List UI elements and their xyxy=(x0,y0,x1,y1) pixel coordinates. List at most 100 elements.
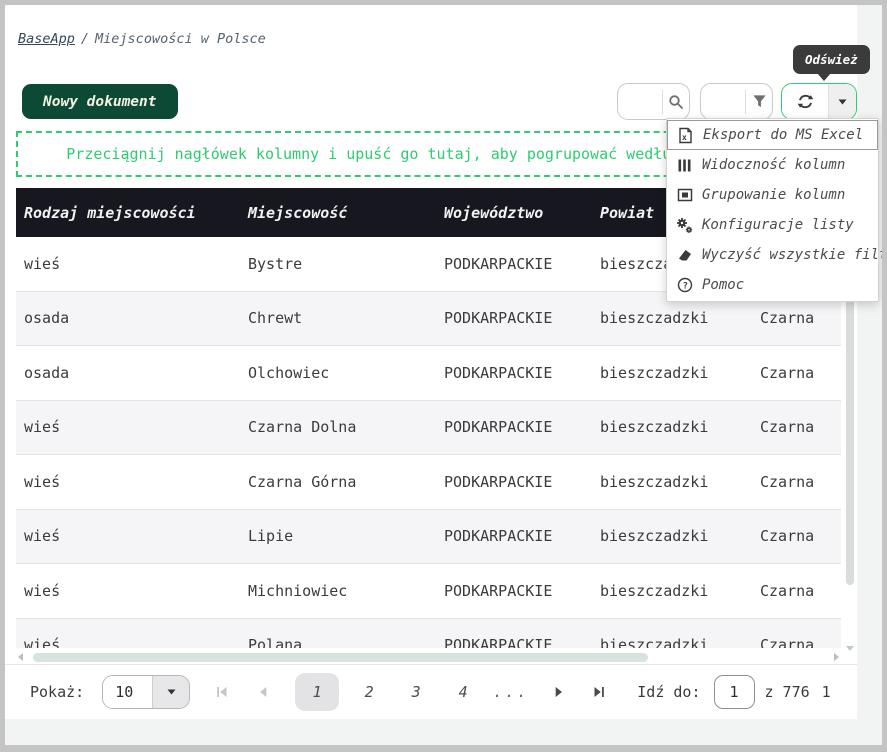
scroll-right-icon[interactable] xyxy=(834,653,839,661)
filter-input[interactable] xyxy=(701,84,745,119)
cell: wieś xyxy=(16,582,240,600)
columns-icon xyxy=(676,156,693,174)
menu-item-export-excel[interactable]: x Eksport do MS Excel xyxy=(667,120,878,150)
cell: wieś xyxy=(16,473,240,491)
previous-page-button[interactable] xyxy=(247,675,281,709)
gears-icon xyxy=(676,216,693,234)
refresh-menu-toggle[interactable] xyxy=(828,84,856,119)
vertical-scrollbar[interactable] xyxy=(844,241,856,653)
cell: wieś xyxy=(16,527,240,545)
table-row[interactable]: wieś Czarna Dolna PODKARPACKIE bieszczad… xyxy=(16,401,841,456)
menu-item-help[interactable]: ? Pomoc xyxy=(667,270,878,300)
goto-page-input[interactable] xyxy=(714,675,755,709)
search-icon[interactable] xyxy=(662,90,689,114)
cell: wieś xyxy=(16,418,240,436)
refresh-button-group xyxy=(781,83,857,120)
filter-box[interactable] xyxy=(700,83,773,120)
cell: PODKARPACKIE xyxy=(436,255,592,273)
page-size-caret[interactable] xyxy=(152,676,189,708)
cell: Czarna xyxy=(752,473,841,491)
search-input[interactable] xyxy=(618,84,662,119)
cell: Lipie xyxy=(240,527,436,545)
table-row[interactable]: wieś Polana PODKARPACKIE bieszczadzki Cz… xyxy=(16,619,841,649)
horizontal-scrollbar[interactable] xyxy=(16,651,841,663)
cell: bieszczadzki xyxy=(592,364,752,382)
svg-text:?: ? xyxy=(682,281,687,291)
cell: PODKARPACKIE xyxy=(436,309,592,327)
column-header-wojewodztwo[interactable]: Województwo xyxy=(436,204,592,222)
search-box[interactable] xyxy=(617,83,690,120)
menu-item-label: Eksport do MS Excel xyxy=(703,127,863,143)
filter-icon[interactable] xyxy=(745,90,772,114)
scroll-down-icon[interactable] xyxy=(846,646,854,651)
refresh-button[interactable] xyxy=(782,84,828,119)
cell: Czarna xyxy=(752,527,841,545)
cell: bieszczadzki xyxy=(592,418,752,436)
first-page-icon xyxy=(216,686,229,698)
menu-item-list-configurations[interactable]: Konfiguracje listy xyxy=(667,210,878,240)
cell: PODKARPACKIE xyxy=(436,636,592,648)
table-row[interactable]: wieś Czarna Górna PODKARPACKIE bieszczad… xyxy=(16,455,841,510)
cell: PODKARPACKIE xyxy=(436,582,592,600)
cell: Czarna Górna xyxy=(240,473,436,491)
cell: osada xyxy=(16,364,240,382)
chevron-down-icon xyxy=(838,99,847,105)
page-button-1[interactable]: 1 xyxy=(295,673,339,711)
cell: Polana xyxy=(240,636,436,648)
menu-item-label: Wyczyść wszystkie filtry xyxy=(702,247,882,263)
excel-icon: x xyxy=(677,126,694,144)
breadcrumb: BaseApp/Miejscowości w Polsce xyxy=(18,31,266,47)
new-document-button[interactable]: Nowy dokument xyxy=(22,84,178,119)
records-info-clipped: 1 xyxy=(822,683,837,701)
page-button-4[interactable]: 4 xyxy=(446,673,480,711)
app-window: BaseApp/Miejscowości w Polsce Nowy dokum… xyxy=(5,5,882,745)
cell: bieszczadzki xyxy=(592,636,752,648)
cell: Czarna xyxy=(752,364,841,382)
cell: PODKARPACKIE xyxy=(436,418,592,436)
cell: Czarna xyxy=(752,636,841,648)
column-header-miejscowosc[interactable]: Miejscowość xyxy=(240,204,436,222)
horizontal-scroll-thumb[interactable] xyxy=(33,653,648,662)
cell: PODKARPACKIE xyxy=(436,473,592,491)
chevron-down-icon xyxy=(167,689,176,695)
cell: Bystre xyxy=(240,255,436,273)
cell: Olchowiec xyxy=(240,364,436,382)
refresh-tooltip: Odśwież xyxy=(793,45,870,74)
goto-page-label: Idź do: xyxy=(637,683,700,701)
menu-item-label: Pomoc xyxy=(702,277,744,293)
page-button-3[interactable]: 3 xyxy=(399,673,433,711)
last-page-icon xyxy=(592,686,605,698)
table-row[interactable]: wieś Lipie PODKARPACKIE bieszczadzki Cza… xyxy=(16,510,841,565)
cell: wieś xyxy=(16,636,240,648)
cell: osada xyxy=(16,309,240,327)
next-page-button[interactable] xyxy=(541,675,575,709)
svg-text:x: x xyxy=(682,133,687,142)
page-button-2[interactable]: 2 xyxy=(352,673,386,711)
menu-item-label: Grupowanie kolumn xyxy=(702,187,845,203)
table-row[interactable]: osada Olchowiec PODKARPACKIE bieszczadzk… xyxy=(16,346,841,401)
menu-item-column-grouping[interactable]: Grupowanie kolumn xyxy=(667,180,878,210)
cell: Czarna xyxy=(752,582,841,600)
cell: Czarna Dolna xyxy=(240,418,436,436)
cell: wieś xyxy=(16,255,240,273)
total-pages-label: z 776 xyxy=(765,683,810,701)
pagination-ellipsis: ... xyxy=(493,683,529,701)
tooltip-caret xyxy=(817,73,831,81)
column-header-rodzaj[interactable]: Rodzaj miejscowości xyxy=(16,204,240,222)
tooltip-text: Odśwież xyxy=(805,52,858,67)
menu-item-column-visibility[interactable]: Widoczność kolumn xyxy=(667,150,878,180)
cell: PODKARPACKIE xyxy=(436,364,592,382)
menu-item-clear-all-filters[interactable]: Wyczyść wszystkie filtry xyxy=(667,240,878,270)
first-page-button[interactable] xyxy=(205,675,239,709)
table-row[interactable]: wieś Michniowiec PODKARPACKIE bieszczadz… xyxy=(16,564,841,619)
last-page-button[interactable] xyxy=(581,675,615,709)
cell: bieszczadzki xyxy=(592,582,752,600)
menu-item-label: Widoczność kolumn xyxy=(702,157,845,173)
breadcrumb-app-link[interactable]: BaseApp xyxy=(18,31,75,47)
vertical-scroll-thumb[interactable] xyxy=(846,255,854,585)
horizontal-scroll-track[interactable] xyxy=(28,653,829,662)
cell: bieszczadzki xyxy=(592,527,752,545)
scroll-left-icon[interactable] xyxy=(18,653,23,661)
cell: Michniowiec xyxy=(240,582,436,600)
page-size-select[interactable]: 10 xyxy=(102,675,190,709)
